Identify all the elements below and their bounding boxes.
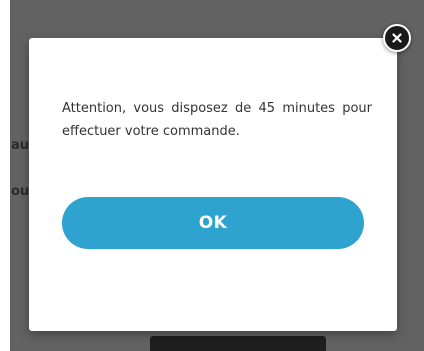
background-text: au [11,138,30,153]
background-text: ou [11,184,30,199]
dialog-message: Attention, vous disposez de 45 minutes p… [62,101,372,139]
background-button [150,336,326,351]
ok-button[interactable]: OK [62,197,364,249]
close-icon [392,33,402,43]
alert-dialog: Attention, vous disposez de 45 minutes p… [29,38,397,331]
close-button[interactable] [383,24,411,52]
